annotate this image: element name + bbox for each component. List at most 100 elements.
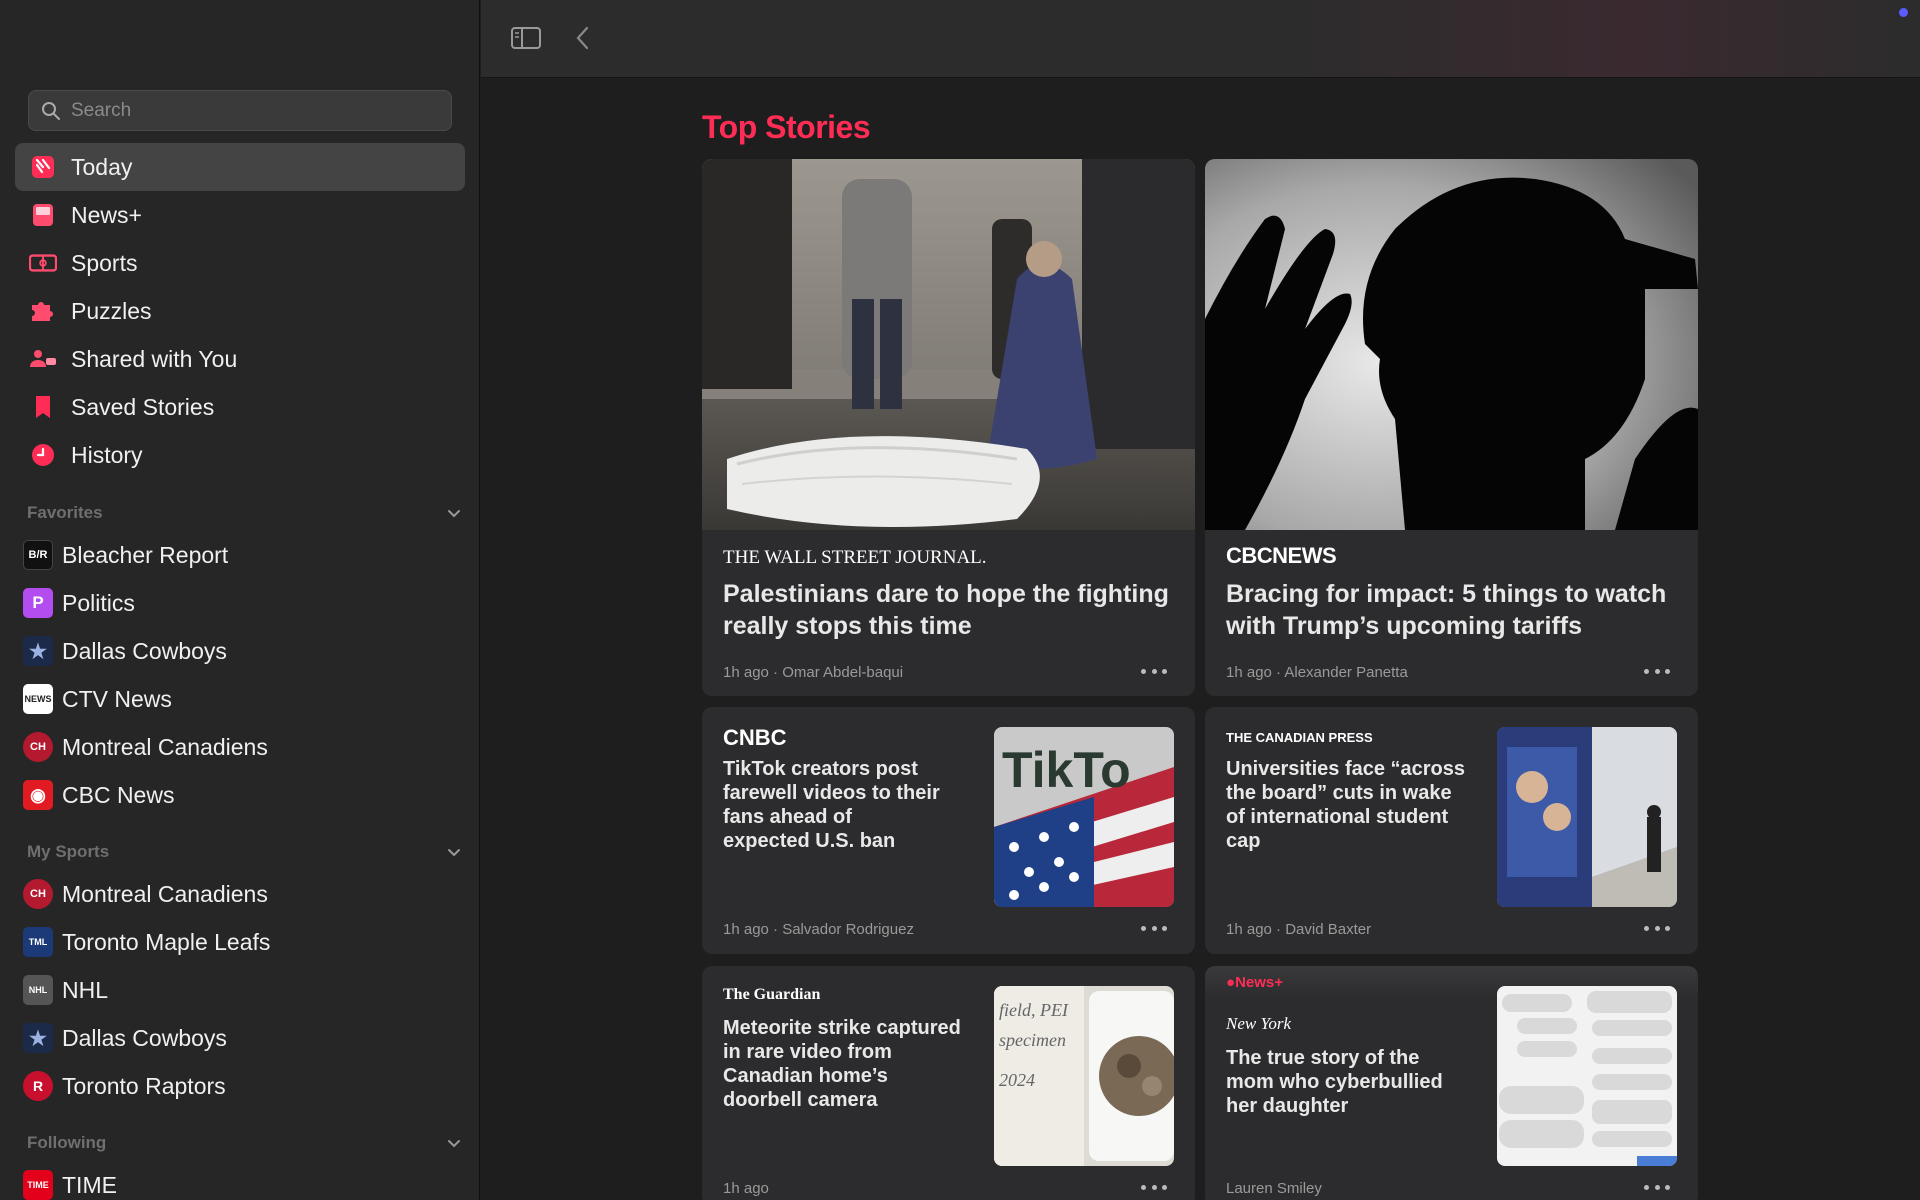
favorites-header[interactable]: Favorites [27, 503, 462, 523]
team-nhl[interactable]: NHL NHL [23, 966, 463, 1014]
story-card[interactable]: THE CANADIAN PRESS Universities face “ac… [1205, 707, 1698, 954]
chevron-down-icon[interactable] [446, 1135, 462, 1151]
sports-icon [29, 249, 57, 277]
bookmark-icon [29, 393, 57, 421]
bleacher-report-logo-icon: B/R [23, 540, 53, 570]
more-options-button[interactable] [1141, 667, 1167, 675]
story-card-hero[interactable]: CBCNEWS Bracing for impact: 5 things to … [1205, 159, 1698, 696]
search-input[interactable] [71, 99, 431, 122]
newsplus-badge: ●News+ [1226, 974, 1284, 991]
publisher-logo: CNBC [723, 725, 787, 750]
team-toronto-maple-leafs[interactable]: TML Toronto Maple Leafs [23, 918, 463, 966]
story-headline: TikTok creators post farewell videos to … [723, 758, 940, 852]
search-icon [42, 101, 60, 120]
sidebar-item-shared[interactable]: Shared with You [15, 335, 465, 383]
publisher-logo: New York [1226, 1014, 1292, 1033]
sidebar-item-sports[interactable]: Sports [15, 239, 465, 287]
search-field[interactable] [28, 90, 452, 131]
my-sports-header[interactable]: My Sports [27, 842, 462, 862]
more-options-button[interactable] [1644, 1183, 1670, 1191]
channel-label: TIME [62, 1171, 117, 1198]
section-title: My Sports [27, 842, 110, 861]
favorites-list: B/R Bleacher Report P Politics ★ Dallas … [23, 531, 463, 819]
politics-logo-icon: P [23, 588, 53, 618]
canadiens-logo-icon: CH [23, 732, 53, 762]
team-label: Toronto Raptors [62, 1072, 226, 1099]
story-headline: Meteorite strike captured in rare video … [723, 1017, 961, 1111]
sidebar-item-history[interactable]: History [15, 431, 465, 479]
shared-icon [29, 345, 57, 373]
chevron-down-icon[interactable] [446, 844, 462, 860]
canadiens-logo-icon: CH [23, 879, 53, 909]
sidebar-item-newsplus[interactable]: News+ [15, 191, 465, 239]
story-headline: The true story of the mom who cyberbulli… [1226, 1047, 1443, 1117]
channel-montreal-canadiens[interactable]: CH Montreal Canadiens [23, 723, 463, 771]
channel-politics[interactable]: P Politics [23, 579, 463, 627]
story-thumbnail: field, PEI specimen 2024 [994, 986, 1174, 1166]
more-options-button[interactable] [1644, 924, 1670, 932]
back-button[interactable] [567, 24, 599, 52]
channel-label: Politics [62, 589, 135, 616]
svg-text:specimen: specimen [999, 1030, 1066, 1050]
story-meta: 1h ago · Salvador Rodriguez [723, 921, 914, 938]
svg-text:2024: 2024 [999, 1070, 1035, 1090]
sidebar: Today News+ Sports Puzzles Shared with Y… [0, 0, 480, 1200]
publisher-logo: The Guardian [723, 986, 821, 1003]
story-card-newsplus[interactable]: ●News+ New York The true story of the mo… [1205, 966, 1698, 1200]
channel-ctv-news[interactable]: NEWS CTV News [23, 675, 463, 723]
svg-text:field, PEI: field, PEI [999, 1000, 1069, 1020]
following-header[interactable]: Following [27, 1133, 462, 1153]
story-meta: 1h ago · David Baxter [1226, 921, 1372, 938]
page-title: Top Stories [702, 109, 871, 145]
section-title: Favorites [27, 503, 103, 522]
notification-dot [1899, 8, 1908, 17]
publisher-logo: THE WALL STREET JOURNAL. [723, 547, 987, 568]
story-card[interactable]: The Guardian Meteorite strike captured i… [702, 966, 1195, 1200]
story-card[interactable]: CNBC TikTok creators post farewell video… [702, 707, 1195, 954]
more-options-button[interactable] [1141, 1183, 1167, 1191]
story-headline: Universities face “across the board” cut… [1226, 758, 1466, 852]
toolbar [481, 0, 1920, 78]
sidebar-item-today[interactable]: Today [15, 143, 465, 191]
team-toronto-raptors[interactable]: R Toronto Raptors [23, 1062, 463, 1110]
sidebar-item-label: News+ [71, 201, 142, 228]
team-montreal-canadiens[interactable]: CH Montreal Canadiens [23, 870, 463, 918]
publisher-logo: THE CANADIAN PRESS [1226, 730, 1373, 745]
channel-label: Bleacher Report [62, 541, 229, 568]
today-icon [29, 153, 57, 181]
news-app: Today News+ Sports Puzzles Shared with Y… [0, 0, 1920, 1200]
story-image [702, 159, 1195, 530]
channel-label: Montreal Canadiens [62, 733, 268, 760]
story-meta: 1h ago · Omar Abdel-baqui [723, 664, 904, 681]
sidebar-item-puzzles[interactable]: Puzzles [15, 287, 465, 335]
channel-cbc-news[interactable]: ◉ CBC News [23, 771, 463, 819]
sidebar-nav: Today News+ Sports Puzzles Shared with Y… [15, 143, 465, 479]
more-options-button[interactable] [1644, 667, 1670, 675]
team-label: Montreal Canadiens [62, 880, 268, 907]
sidebar-toggle-button[interactable] [510, 24, 542, 52]
puzzle-icon [29, 297, 57, 325]
story-thumbnail: TikTo [994, 727, 1174, 907]
story-meta: Lauren Smiley [1226, 1180, 1322, 1197]
nhl-shield-icon: NHL [23, 975, 53, 1005]
sidebar-toggle-icon [511, 27, 541, 49]
more-options-button[interactable] [1141, 924, 1167, 932]
cowboys-star-icon: ★ [23, 636, 53, 666]
channel-time[interactable]: TIME TIME [23, 1161, 463, 1200]
chevron-down-icon[interactable] [446, 505, 462, 521]
channel-bleacher-report[interactable]: B/R Bleacher Report [23, 531, 463, 579]
sidebar-item-label: Puzzles [71, 297, 152, 324]
history-icon [29, 441, 57, 469]
channel-label: CTV News [62, 685, 172, 712]
apple-logo-icon: ● [1226, 974, 1236, 991]
team-label: Toronto Maple Leafs [62, 928, 271, 955]
sidebar-item-saved[interactable]: Saved Stories [15, 383, 465, 431]
story-card-hero[interactable]: THE WALL STREET JOURNAL. Palestinians da… [702, 159, 1195, 696]
following-list: TIME TIME [23, 1161, 463, 1200]
story-thumbnail [1497, 727, 1677, 907]
story-headline: Bracing for impact: 5 things to watch wi… [1226, 580, 1667, 640]
maple-leafs-logo-icon: TML [23, 927, 53, 957]
team-dallas-cowboys[interactable]: ★ Dallas Cowboys [23, 1014, 463, 1062]
raptors-logo-icon: R [23, 1071, 53, 1101]
channel-dallas-cowboys[interactable]: ★ Dallas Cowboys [23, 627, 463, 675]
